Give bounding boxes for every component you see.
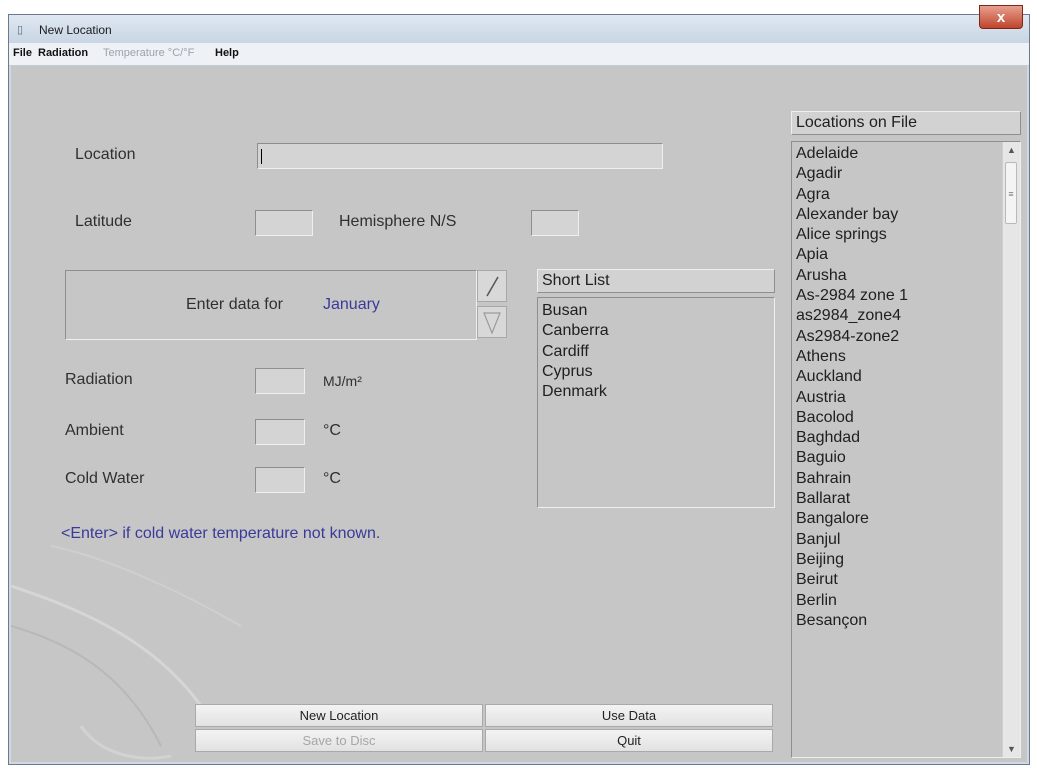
menu-help[interactable]: Help <box>215 47 239 59</box>
down-arrow-icon <box>483 312 501 335</box>
location-item[interactable]: Arusha <box>792 266 1020 286</box>
location-item[interactable]: As2984-zone2 <box>792 327 1020 347</box>
location-item[interactable]: as2984_zone4 <box>792 306 1020 326</box>
up-arrow-icon <box>486 276 499 297</box>
save-to-disc-button[interactable]: Save to Disc <box>195 729 483 752</box>
scroll-thumb[interactable]: ≡ <box>1005 162 1017 224</box>
location-label: Location <box>75 146 136 163</box>
location-item[interactable]: Agadir <box>792 164 1020 184</box>
menu-file[interactable]: File <box>13 47 32 59</box>
location-item[interactable]: Ballarat <box>792 489 1020 509</box>
hemisphere-input[interactable] <box>531 210 579 236</box>
menu-temperature[interactable]: Temperature °C/°F <box>103 47 194 59</box>
location-item[interactable]: Berlin <box>792 591 1020 611</box>
location-item[interactable]: Baghdad <box>792 428 1020 448</box>
short-list-item[interactable]: Cardiff <box>538 342 774 362</box>
location-item[interactable]: Besançon <box>792 611 1020 631</box>
radiation-input[interactable] <box>255 368 305 394</box>
short-list-item[interactable]: Busan <box>538 301 774 321</box>
location-input[interactable] <box>257 143 663 169</box>
menu-radiation[interactable]: Radiation <box>38 47 88 59</box>
location-item[interactable]: Alexander bay <box>792 205 1020 225</box>
location-item[interactable]: Bahrain <box>792 469 1020 489</box>
new-location-button[interactable]: New Location <box>195 704 483 727</box>
locations-header: Locations on File <box>791 111 1021 135</box>
month-next-button[interactable] <box>477 306 507 338</box>
location-item[interactable]: Beijing <box>792 550 1020 570</box>
location-item[interactable]: Alice springs <box>792 225 1020 245</box>
background-swirl-decoration <box>11 545 242 760</box>
month-prev-button[interactable] <box>477 270 507 302</box>
short-list-item[interactable]: Denmark <box>538 382 774 402</box>
ambient-unit: °C <box>323 422 341 439</box>
short-list-box[interactable]: Busan Canberra Cardiff Cyprus Denmark <box>537 297 775 508</box>
title-bar: ▯ New Location x <box>9 5 1029 43</box>
app-icon: ▯ <box>17 24 24 36</box>
location-item[interactable]: Agra <box>792 185 1020 205</box>
text-caret <box>261 149 262 164</box>
client-area: Location Latitude Hemisphere N/S Enter d… <box>11 66 1027 762</box>
location-item[interactable]: Auckland <box>792 367 1020 387</box>
locations-list-box[interactable]: Adelaide Agadir Agra Alexander bay Alice… <box>791 141 1021 758</box>
cold-water-input[interactable] <box>255 467 305 493</box>
new-location-window: ▯ New Location x File Radiation Temperat… <box>8 5 1030 765</box>
location-item[interactable]: Bangalore <box>792 509 1020 529</box>
ambient-input[interactable] <box>255 419 305 445</box>
location-item[interactable]: Beirut <box>792 570 1020 590</box>
short-list-item[interactable]: Canberra <box>538 321 774 341</box>
short-list-item[interactable]: Cyprus <box>538 362 774 382</box>
location-item[interactable]: Banjul <box>792 530 1020 550</box>
cold-water-hint: <Enter> if cold water temperature not kn… <box>61 525 381 542</box>
latitude-label: Latitude <box>75 213 132 230</box>
use-data-button[interactable]: Use Data <box>485 704 773 727</box>
location-item[interactable]: Bacolod <box>792 408 1020 428</box>
quit-button[interactable]: Quit <box>485 729 773 752</box>
latitude-input[interactable] <box>255 210 313 236</box>
window-title: New Location <box>39 23 112 37</box>
cold-water-label: Cold Water <box>65 470 145 487</box>
location-item[interactable]: Athens <box>792 347 1020 367</box>
radiation-label: Radiation <box>65 371 133 388</box>
short-list-header: Short List <box>537 269 775 293</box>
locations-scrollbar[interactable]: ▲ ≡ ▼ <box>1002 142 1020 757</box>
month-value: January <box>323 296 380 313</box>
radiation-unit: MJ/m² <box>323 373 362 389</box>
enter-data-label: Enter data for <box>186 296 283 313</box>
ambient-label: Ambient <box>65 422 124 439</box>
location-item[interactable]: Apia <box>792 245 1020 265</box>
location-item[interactable]: Baguio <box>792 448 1020 468</box>
scroll-up-icon[interactable]: ▲ <box>1003 142 1020 158</box>
location-item[interactable]: Adelaide <box>792 144 1020 164</box>
menu-bar: File Radiation Temperature °C/°F Help <box>9 43 1029 66</box>
hemisphere-label: Hemisphere N/S <box>339 213 457 230</box>
cold-water-unit: °C <box>323 470 341 487</box>
location-item[interactable]: As-2984 zone 1 <box>792 286 1020 306</box>
location-item[interactable]: Austria <box>792 388 1020 408</box>
close-button[interactable]: x <box>979 5 1023 29</box>
scroll-down-icon[interactable]: ▼ <box>1003 741 1020 757</box>
